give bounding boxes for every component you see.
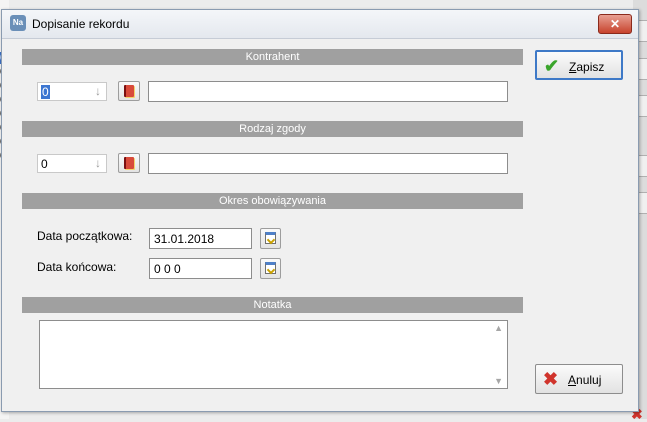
cancel-button-label: Anuluj <box>568 373 602 387</box>
check-icon: ✔ <box>544 56 560 76</box>
dialog-window: Na Dopisanie rekordu ✕ Kontrahent 0 ↓ Ro… <box>1 9 639 412</box>
rodzaj-combo-value: 0 <box>41 157 48 171</box>
end-date-label: Data końcowa: <box>37 260 117 274</box>
note-textarea[interactable]: ▲ ▼ <box>39 320 508 389</box>
title-bar: Na Dopisanie rekordu ✕ <box>2 10 638 39</box>
end-date-field[interactable]: 0 0 0 <box>149 258 252 279</box>
start-date-field[interactable]: 31.01.2018 <box>149 228 252 249</box>
cancel-button[interactable]: ✖ Anuluj <box>535 364 623 394</box>
save-button[interactable]: ✔ Zapisz <box>535 50 623 80</box>
kontrahent-lookup-button[interactable] <box>118 81 140 101</box>
rodzaj-combo[interactable]: 0 ↓ <box>37 154 107 173</box>
arrow-down-icon[interactable]: ↓ <box>95 84 101 98</box>
x-icon: ✖ <box>543 369 559 389</box>
section-okres: Okres obowiązywania <box>22 193 523 209</box>
calendar-icon <box>265 232 276 244</box>
section-rodzaj-zgody: Rodzaj zgody <box>22 121 523 137</box>
end-date-value: 0 0 0 <box>154 262 181 276</box>
app-icon: Na <box>10 15 26 31</box>
calendar-icon <box>265 262 276 274</box>
end-date-calendar-button[interactable] <box>260 258 281 279</box>
start-date-calendar-button[interactable] <box>260 228 281 249</box>
section-kontrahent: Kontrahent <box>22 49 523 65</box>
rodzaj-lookup-button[interactable] <box>118 153 140 173</box>
start-date-value: 31.01.2018 <box>154 232 215 246</box>
kontrahent-combo-value: 0 <box>41 85 50 99</box>
kontrahent-name-field[interactable] <box>148 81 508 102</box>
book-icon <box>124 85 134 97</box>
kontrahent-combo[interactable]: 0 ↓ <box>37 82 107 101</box>
save-button-label: Zapisz <box>569 60 605 74</box>
close-button[interactable]: ✕ <box>598 14 632 34</box>
section-notatka: Notatka <box>22 297 523 313</box>
book-icon <box>124 157 134 169</box>
scroll-down-icon[interactable]: ▼ <box>494 376 503 386</box>
arrow-down-icon[interactable]: ↓ <box>95 156 101 170</box>
window-title: Dopisanie rekordu <box>32 17 130 31</box>
start-date-label: Data początkowa: <box>37 229 133 243</box>
scroll-up-icon[interactable]: ▲ <box>494 323 503 333</box>
rodzaj-name-field[interactable] <box>148 153 508 174</box>
